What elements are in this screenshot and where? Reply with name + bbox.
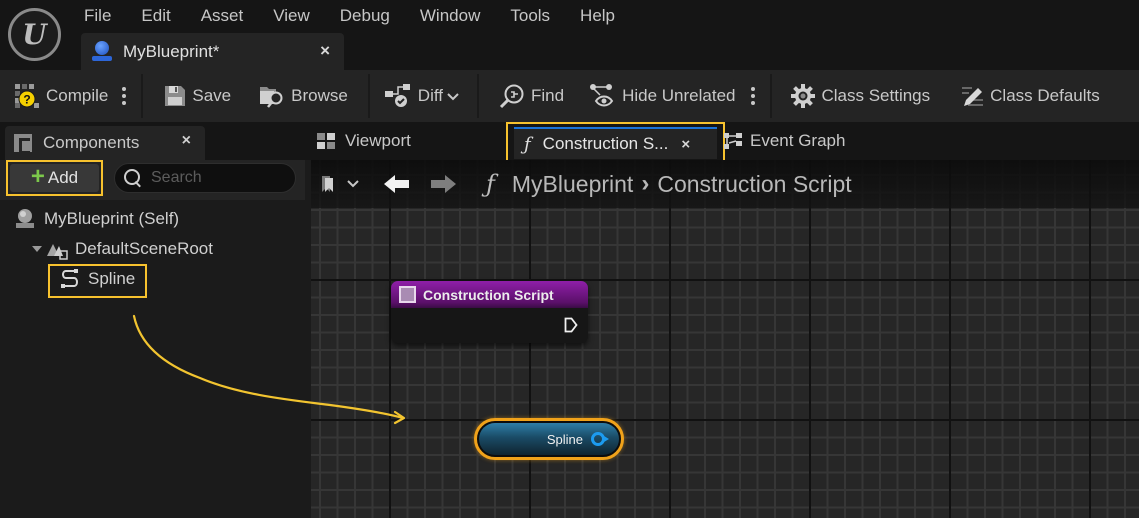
spline-highlight-outline xyxy=(48,264,147,298)
hide-unrelated-label: Hide Unrelated xyxy=(622,86,736,105)
blueprint-icon xyxy=(91,40,113,63)
unreal-logo-icon[interactable]: U xyxy=(8,8,61,61)
chevron-down-icon[interactable] xyxy=(347,180,359,188)
toolbar-separator xyxy=(141,74,144,118)
breadcrumb-construction-script[interactable]: Construction Script xyxy=(657,171,851,198)
tab-construction-script[interactable]: ƒ Construction S... × xyxy=(506,122,725,164)
menu-asset[interactable]: Asset xyxy=(201,4,244,28)
menu-view[interactable]: View xyxy=(273,4,310,28)
forward-arrow-icon[interactable] xyxy=(430,174,456,194)
document-tab-title: MyBlueprint* xyxy=(123,41,220,61)
search-input[interactable] xyxy=(151,169,291,187)
close-icon[interactable]: × xyxy=(320,41,330,61)
spline-variable-node[interactable]: Spline xyxy=(474,418,624,460)
tab-viewport-label: Viewport xyxy=(345,131,411,150)
tab-event-graph-label: Event Graph xyxy=(750,131,846,150)
compile-button[interactable]: ? Compile xyxy=(14,70,108,122)
node-title: Construction Script xyxy=(423,286,554,303)
component-search[interactable] xyxy=(114,163,296,193)
svg-text:?: ? xyxy=(23,93,30,107)
browse-button[interactable]: Browse xyxy=(259,70,348,122)
menu-tools[interactable]: Tools xyxy=(510,4,550,28)
tab-viewport[interactable]: Viewport xyxy=(317,122,411,160)
back-arrow-icon[interactable] xyxy=(384,174,410,194)
menu-file[interactable]: File xyxy=(84,4,111,28)
gear-icon xyxy=(791,84,816,108)
tab-construction-script-label: Construction S... xyxy=(542,134,669,153)
tree-item-label: MyBlueprint (Self) xyxy=(44,209,180,228)
search-icon xyxy=(123,168,143,188)
scene-root-icon xyxy=(46,238,68,260)
diff-button[interactable]: Diff xyxy=(384,70,459,122)
compile-options-kebab-icon[interactable] xyxy=(122,87,127,105)
tab-components[interactable]: Components × xyxy=(5,126,205,160)
add-label: Add xyxy=(47,168,79,187)
spline-node-label: Spline xyxy=(546,431,583,447)
construction-script-node[interactable]: Construction Script xyxy=(391,281,588,343)
menu-window[interactable]: Window xyxy=(420,4,480,28)
blueprint-toolbar: ? Compile Save Browse Diff Find Hide Unr… xyxy=(0,70,1139,122)
add-component-button[interactable]: + Add xyxy=(6,160,103,196)
browse-folder-icon xyxy=(259,84,285,108)
event-node-icon xyxy=(399,286,416,303)
compile-label: Compile xyxy=(46,86,109,105)
find-button[interactable]: Find xyxy=(499,70,564,122)
bookmark-icon[interactable] xyxy=(321,174,341,194)
viewport-icon xyxy=(317,133,335,149)
find-label: Find xyxy=(531,86,565,105)
actor-icon xyxy=(14,208,36,230)
close-icon[interactable]: × xyxy=(182,132,191,150)
save-disk-icon xyxy=(164,85,186,107)
tree-item-defaultsceneroot[interactable]: DefaultSceneRoot xyxy=(32,236,213,262)
menu-debug[interactable]: Debug xyxy=(340,4,390,28)
close-icon[interactable]: × xyxy=(681,136,690,153)
event-graph-icon xyxy=(724,132,742,150)
find-icon xyxy=(499,83,525,109)
browse-label: Browse xyxy=(291,86,348,105)
graph-tab-bar: Viewport ƒ Construction S... × Event Gra… xyxy=(305,122,1139,164)
exec-output-pin-icon[interactable] xyxy=(564,317,578,333)
menu-edit[interactable]: Edit xyxy=(141,4,170,28)
diff-icon xyxy=(384,83,412,109)
menu-bar: File Edit Asset View Debug Window Tools … xyxy=(84,4,645,28)
class-defaults-label: Class Defaults xyxy=(990,86,1100,105)
menu-help[interactable]: Help xyxy=(580,4,615,28)
toolbar-separator xyxy=(770,74,773,118)
tree-item-myblueprint-self[interactable]: MyBlueprint (Self) xyxy=(14,206,179,232)
object-output-pin-icon[interactable] xyxy=(591,432,609,446)
graph-header: ƒ MyBlueprint › Construction Script xyxy=(311,160,1139,208)
components-icon xyxy=(14,134,32,154)
expand-arrow-icon[interactable] xyxy=(32,244,42,254)
hide-unrelated-icon xyxy=(590,84,616,108)
function-icon: ƒ xyxy=(524,133,531,155)
plus-icon: + xyxy=(30,163,45,190)
document-tab-myblueprint[interactable]: MyBlueprint* × xyxy=(81,33,344,70)
class-defaults-button[interactable]: Class Defaults xyxy=(960,70,1100,122)
graph-options-kebab-icon[interactable] xyxy=(751,87,756,105)
hide-unrelated-button[interactable]: Hide Unrelated xyxy=(590,70,735,122)
compile-icon: ? xyxy=(14,83,40,109)
breadcrumb-separator: › xyxy=(641,170,650,197)
diff-label: Diff xyxy=(417,86,443,105)
save-button[interactable]: Save xyxy=(164,70,231,122)
tab-event-graph[interactable]: Event Graph xyxy=(724,122,845,160)
class-defaults-pencil-icon xyxy=(960,84,984,108)
class-settings-label: Class Settings xyxy=(821,86,931,105)
class-settings-button[interactable]: Class Settings xyxy=(791,70,930,122)
toolbar-separator xyxy=(477,74,479,118)
components-panel: Components × + Add MyBlueprint (Self) xyxy=(0,122,305,518)
save-label: Save xyxy=(192,86,232,105)
function-icon: ƒ xyxy=(486,170,495,198)
title-bar: U File Edit Asset View Debug Window Tool… xyxy=(0,0,1139,70)
chevron-down-icon xyxy=(447,86,459,106)
toolbar-separator xyxy=(367,74,370,118)
breadcrumb-myblueprint[interactable]: MyBlueprint xyxy=(512,171,633,198)
components-tab-label: Components xyxy=(43,133,140,152)
tree-item-label: DefaultSceneRoot xyxy=(75,239,213,258)
